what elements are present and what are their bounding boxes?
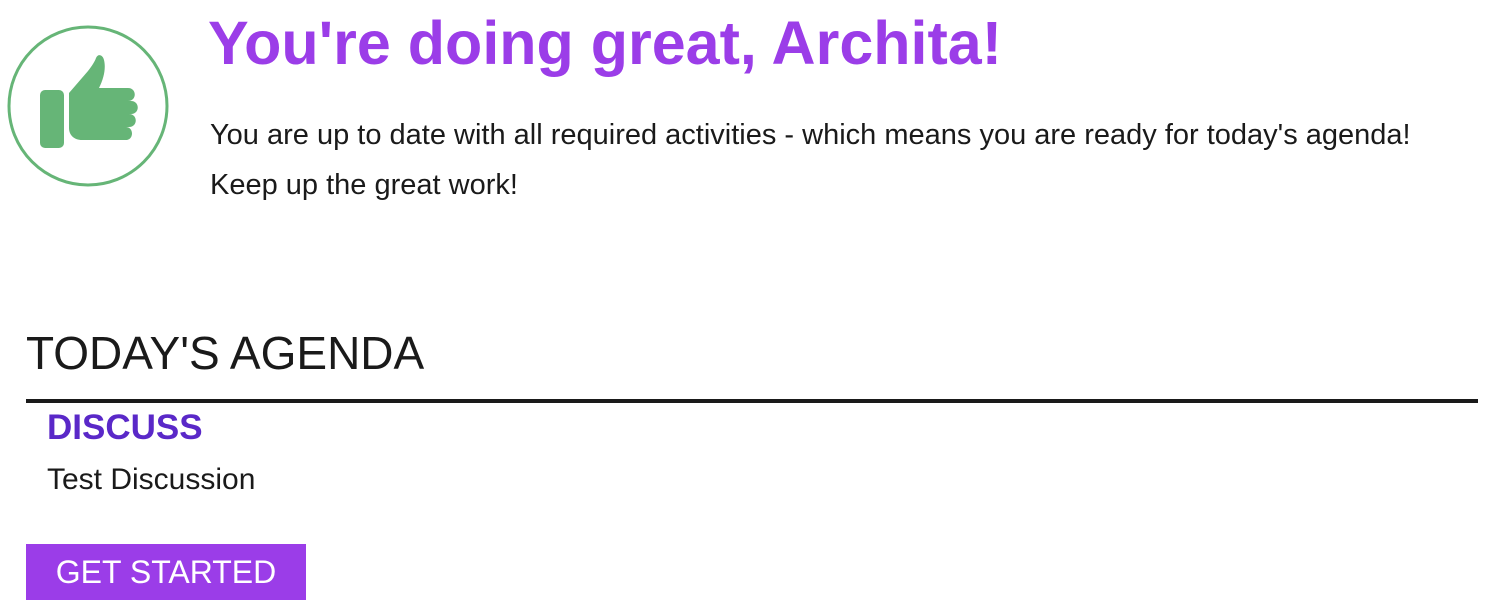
agenda-divider [26,399,1478,403]
thumbs-up-glyph [40,55,138,148]
page-headline: You're doing great, Archita! [208,9,1003,77]
status-message: You are up to date with all required act… [210,119,1411,201]
thumbs-up-icon [7,25,169,187]
agenda-activity-name: Test Discussion [47,463,256,496]
agenda-section-label: DISCUSS [47,408,203,447]
agenda-title: TODAY'S AGENDA [26,327,425,379]
thumbs-up-badge [6,24,170,188]
get-started-button[interactable]: GET STARTED [26,544,306,600]
